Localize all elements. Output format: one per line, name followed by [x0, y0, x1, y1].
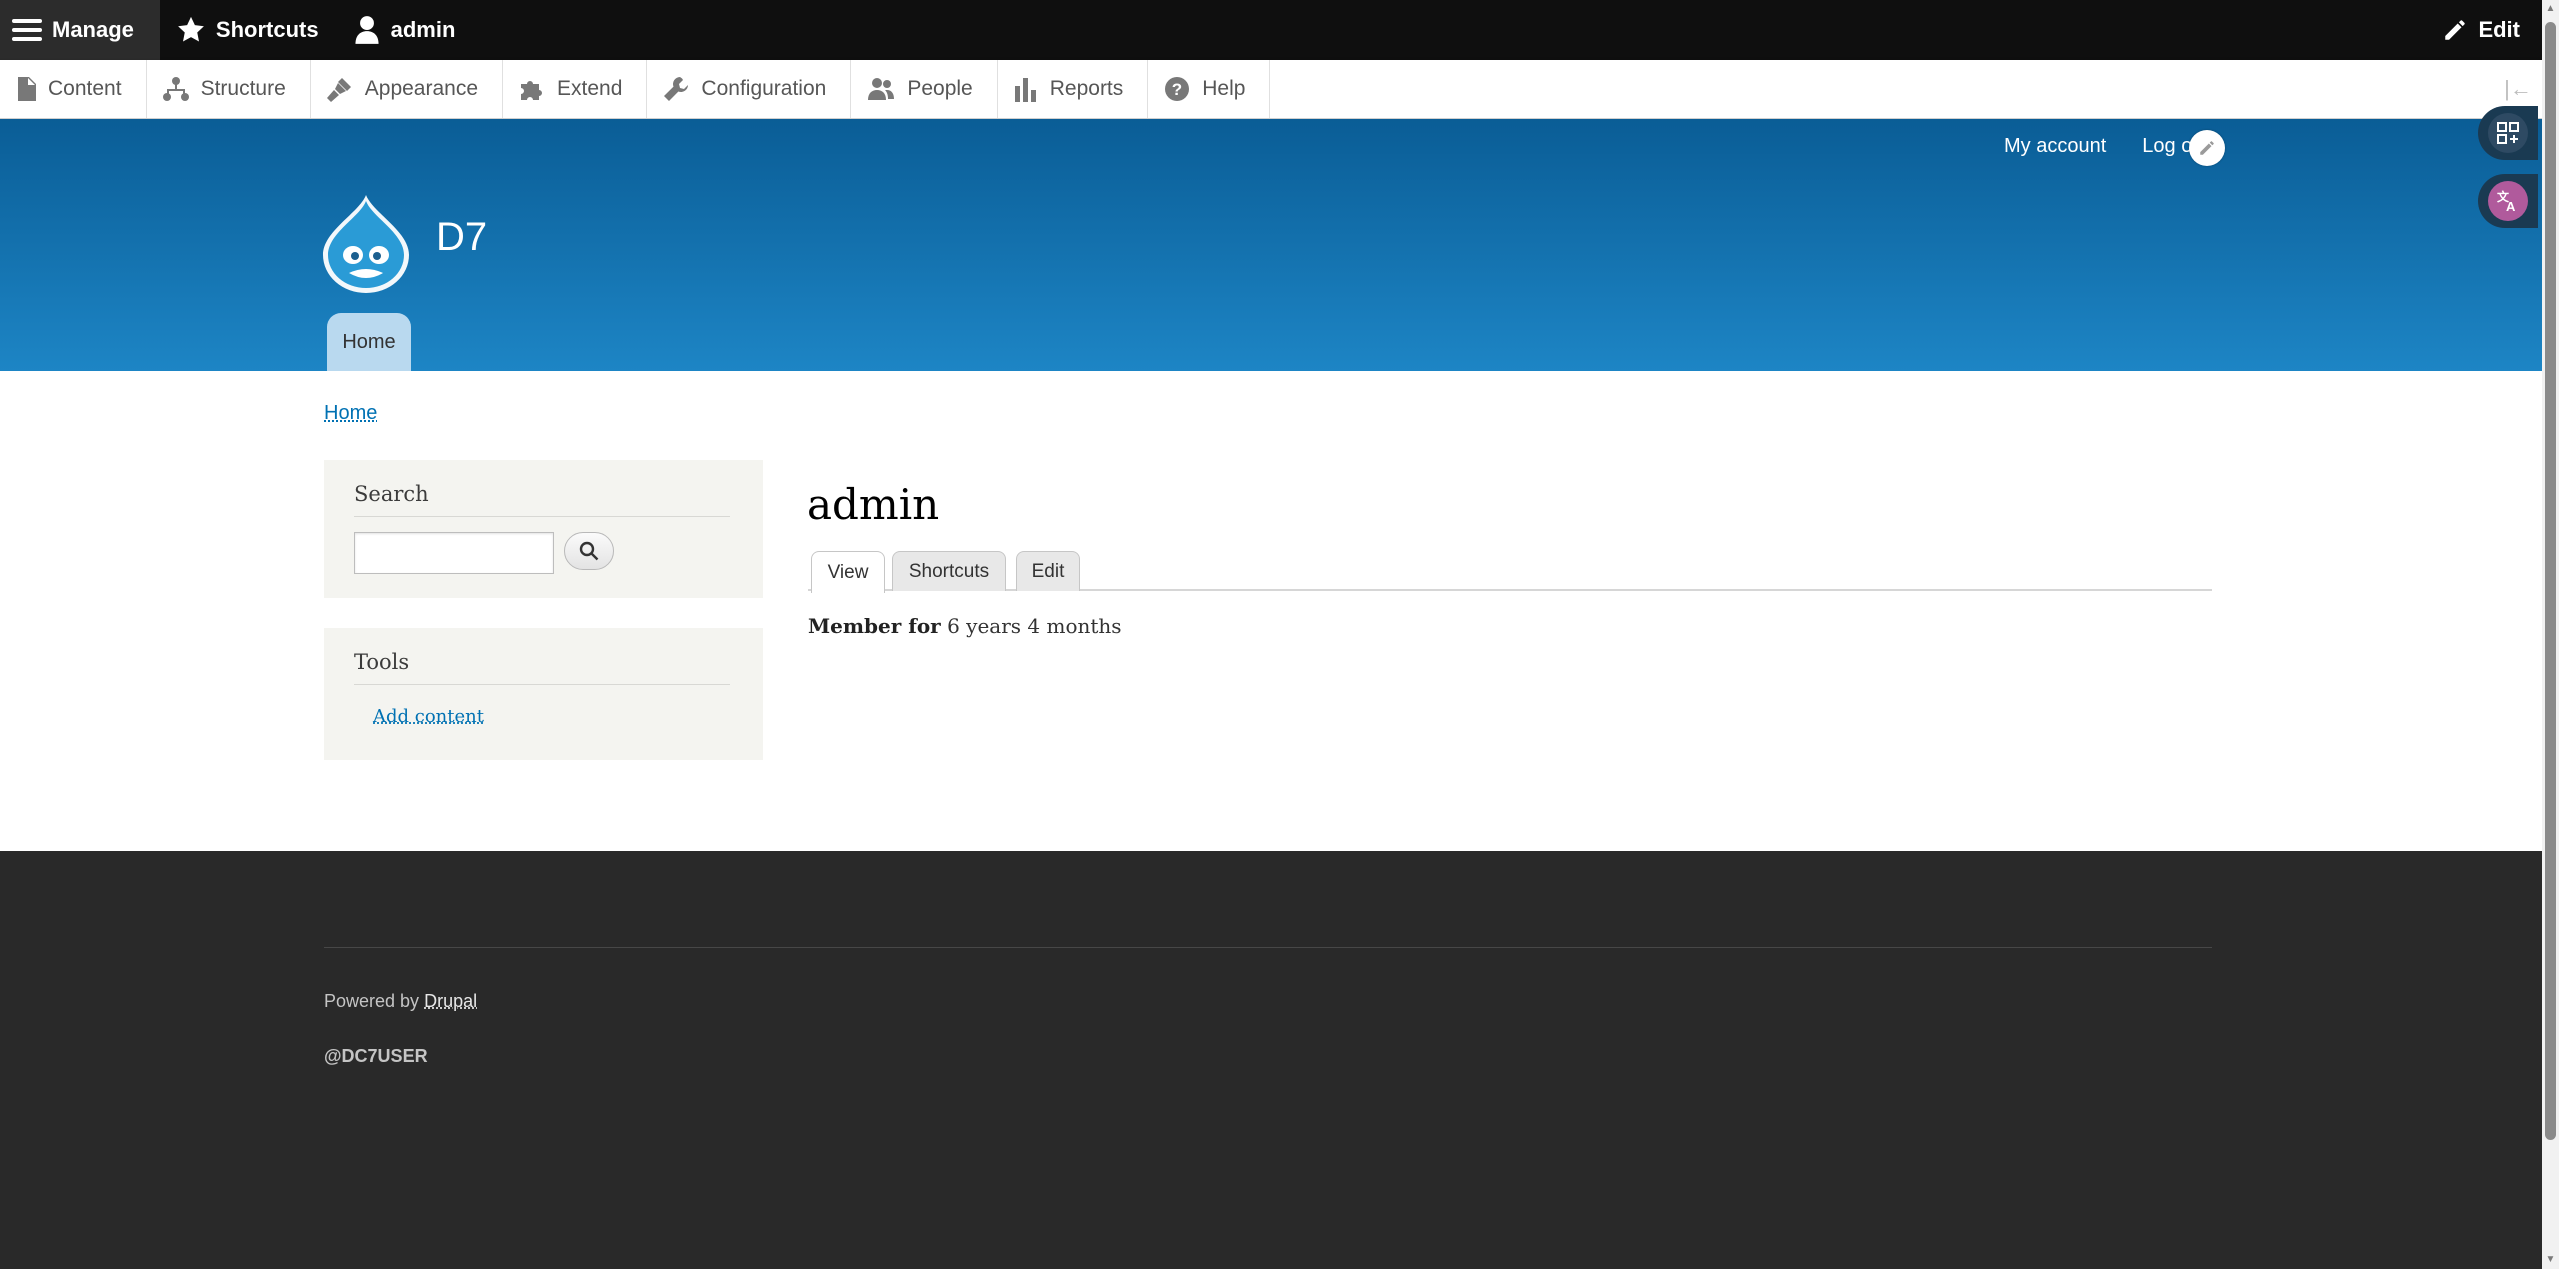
qr-grid-icon — [2488, 113, 2528, 153]
question-icon: ? — [1165, 77, 1190, 101]
tray-item-help[interactable]: ? Help — [1148, 60, 1271, 118]
contextual-edit-button[interactable] — [2189, 130, 2225, 166]
translate-icon: 文 A — [2488, 181, 2528, 221]
puzzle-icon — [521, 81, 543, 100]
search-button[interactable] — [564, 532, 614, 570]
local-tasks-tabs: View Shortcuts Edit — [808, 549, 2212, 593]
tray-item-extend[interactable]: Extend — [503, 60, 648, 118]
footer-handle: @DC7USER — [324, 1046, 428, 1066]
star-icon — [178, 16, 204, 42]
svg-text:?: ? — [1172, 80, 1182, 99]
scrollbar-thumb[interactable] — [2545, 22, 2556, 1140]
pencil-icon — [2200, 141, 2214, 155]
add-content-link[interactable]: Add content — [373, 706, 484, 727]
tray-item-reports[interactable]: Reports — [998, 60, 1149, 118]
admin-toolbar: Manage Shortcuts admin Edit — [0, 0, 2542, 60]
tab-shortcuts[interactable]: Shortcuts — [892, 551, 1006, 591]
user-icon — [355, 16, 379, 44]
tray-item-label: Reports — [1049, 77, 1124, 100]
tray-item-appearance[interactable]: Appearance — [311, 60, 504, 118]
member-for-field: Member for 6 years 4 months — [808, 614, 1122, 638]
tray-item-label: Structure — [200, 77, 286, 100]
manage-label: Manage — [52, 17, 134, 42]
my-account-link[interactable]: My account — [2004, 135, 2106, 158]
pencil-icon — [2445, 20, 2466, 40]
search-block: Search — [324, 460, 763, 598]
tab-edit[interactable]: Edit — [1016, 551, 1080, 591]
scroll-down-arrow-icon[interactable]: ▼ — [2545, 1253, 2556, 1267]
tray-item-structure[interactable]: Structure — [147, 60, 311, 118]
tray-item-label: Help — [1202, 77, 1246, 100]
tray-item-label: Configuration — [701, 77, 827, 100]
search-block-title: Search — [354, 482, 730, 517]
manage-button[interactable]: Manage — [0, 0, 160, 60]
primary-tab-home[interactable]: Home — [327, 313, 411, 371]
svg-text:A: A — [2506, 199, 2516, 214]
powered-by-text: Powered by Drupal — [324, 991, 477, 1012]
bar-chart-icon — [1014, 78, 1036, 102]
floating-translate-button[interactable]: 文 A — [2478, 174, 2538, 228]
secondary-menu: My account Log out — [2004, 135, 2209, 158]
page-title: admin — [807, 480, 940, 529]
sitemap-icon — [162, 77, 189, 101]
tab-view[interactable]: View — [811, 551, 885, 593]
footer-divider — [324, 947, 2212, 948]
site-header: My account Log out D7 Home — [0, 119, 2542, 371]
edit-label: Edit — [2478, 17, 2520, 42]
member-for-label: Member for — [808, 614, 941, 638]
scroll-up-arrow-icon[interactable]: ▲ — [2545, 2, 2556, 16]
tray-item-label: Appearance — [364, 77, 479, 100]
tray-item-label: People — [907, 77, 973, 100]
tray-item-configuration[interactable]: Configuration — [647, 60, 852, 118]
edit-mode-button[interactable]: Edit — [2426, 0, 2542, 60]
breadcrumb-home-link[interactable]: Home — [324, 402, 377, 425]
site-footer: Powered by Drupal @DC7USER — [0, 851, 2542, 1269]
search-icon — [579, 541, 599, 561]
tools-block: Tools Add content — [324, 628, 763, 760]
shortcuts-button[interactable]: Shortcuts — [160, 0, 337, 60]
user-button[interactable]: admin — [337, 0, 474, 60]
floating-qr-button[interactable] — [2478, 106, 2538, 160]
member-for-value: 6 years 4 months — [947, 614, 1122, 638]
people-icon — [868, 78, 895, 100]
site-name[interactable]: D7 — [436, 215, 487, 260]
tray-item-content[interactable]: Content — [0, 60, 147, 118]
drupal-logo[interactable] — [321, 193, 411, 293]
admin-menu-tray: Content Structure Appearance Extend Conf… — [0, 60, 2542, 119]
hamburger-icon — [12, 19, 42, 41]
shortcuts-label: Shortcuts — [215, 17, 319, 42]
tray-item-label: Content — [48, 77, 122, 100]
wrench-icon — [664, 77, 689, 101]
file-icon — [18, 77, 36, 101]
search-input[interactable] — [354, 532, 554, 574]
tray-item-people[interactable]: People — [851, 60, 998, 118]
powered-by-prefix: Powered by — [324, 991, 420, 1011]
drupal-link[interactable]: Drupal — [424, 991, 477, 1011]
collapse-arrow-icon: |← — [2504, 76, 2532, 101]
tray-item-label: Extend — [557, 77, 623, 100]
user-label: admin — [390, 17, 456, 42]
paintbrush-icon — [326, 78, 351, 102]
page-scrollbar[interactable]: ▲ ▼ — [2542, 0, 2559, 1269]
tools-block-title: Tools — [354, 650, 730, 685]
